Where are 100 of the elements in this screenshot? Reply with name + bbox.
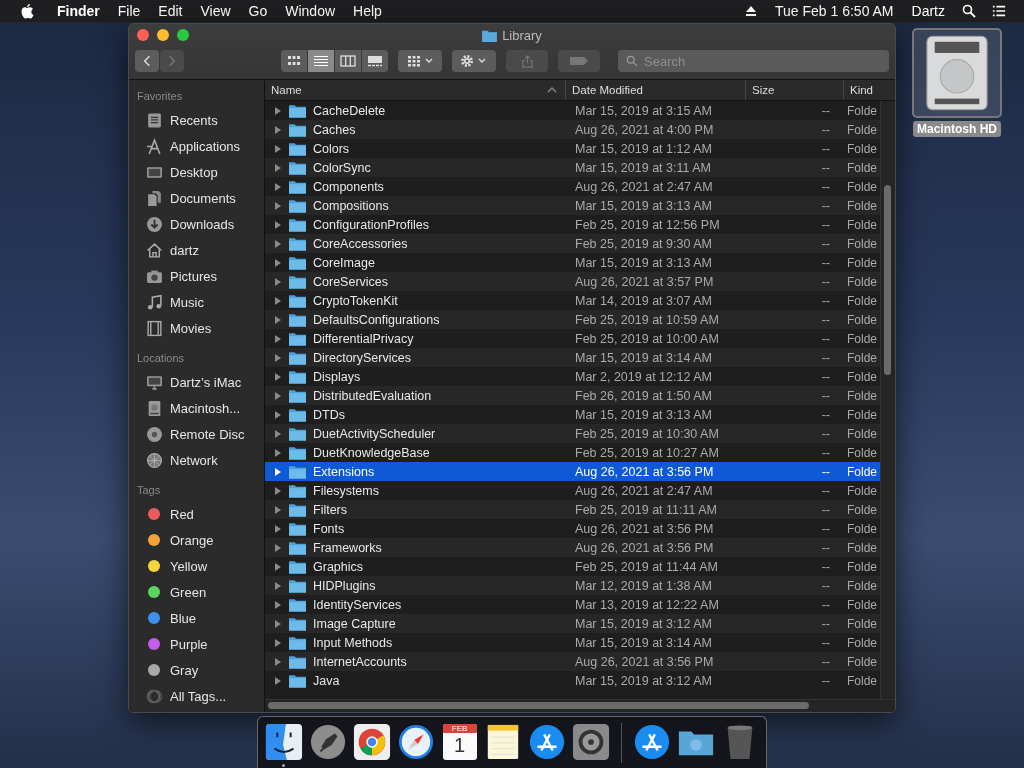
disclosure-triangle-icon[interactable] (274, 219, 282, 230)
menu-item[interactable]: Help (344, 3, 391, 19)
sidebar-item[interactable]: Blue (129, 605, 264, 631)
disclosure-triangle-icon[interactable] (274, 143, 282, 154)
rocket-icon[interactable] (308, 723, 347, 761)
disclosure-triangle-icon[interactable] (274, 124, 282, 135)
file-row[interactable]: HIDPlugins Mar 12, 2019 at 1:38 AM -- Folde (265, 576, 880, 595)
group-button[interactable] (398, 50, 442, 72)
sidebar-item[interactable]: Downloads (129, 211, 264, 237)
disclosure-triangle-icon[interactable] (274, 523, 282, 534)
file-row[interactable]: Compositions Mar 15, 2019 at 3:13 AM -- Folde (265, 196, 880, 215)
disclosure-triangle-icon[interactable] (274, 238, 282, 249)
file-row[interactable]: CoreServices Aug 26, 2021 at 3:57 PM -- Folde (265, 272, 880, 291)
disclosure-triangle-icon[interactable] (274, 390, 282, 401)
column-header[interactable]: Name (265, 80, 566, 100)
disclosure-triangle-icon[interactable] (274, 162, 282, 173)
file-row[interactable]: CoreAccessories Feb 25, 2019 at 9:30 AM -- Folde (265, 234, 880, 253)
menu-item[interactable]: View (191, 3, 240, 19)
sidebar-item[interactable]: All Tags... (129, 683, 264, 709)
disclosure-triangle-icon[interactable] (274, 276, 282, 287)
zoom-button[interactable] (177, 29, 189, 41)
sidebar-item[interactable]: Macintosh... (129, 395, 264, 421)
disclosure-triangle-icon[interactable] (274, 200, 282, 211)
scrollbar-thumb[interactable] (268, 702, 809, 709)
disclosure-triangle-icon[interactable] (274, 352, 282, 363)
disclosure-triangle-icon[interactable] (274, 504, 282, 515)
hard-drive-icon[interactable] (912, 28, 1002, 118)
finder-face-icon[interactable] (264, 723, 303, 761)
column-view-button[interactable] (335, 50, 361, 72)
disclosure-triangle-icon[interactable] (274, 466, 282, 477)
disclosure-triangle-icon[interactable] (274, 447, 282, 458)
file-row[interactable]: Filters Feb 25, 2019 at 11:11 AM -- Folde (265, 500, 880, 519)
app-store-icon[interactable] (528, 723, 567, 761)
menu-item[interactable]: Window (276, 3, 345, 19)
disclosure-triangle-icon[interactable] (274, 181, 282, 192)
minimize-button[interactable] (157, 29, 169, 41)
disclosure-triangle-icon[interactable] (274, 580, 282, 591)
file-row[interactable]: Image Capture Mar 15, 2019 at 3:12 AM -- Folde (265, 614, 880, 633)
disclosure-triangle-icon[interactable] (274, 675, 282, 686)
file-row[interactable]: Frameworks Aug 26, 2021 at 3:56 PM -- Folde (265, 538, 880, 557)
disclosure-triangle-icon[interactable] (274, 485, 282, 496)
sidebar-item[interactable]: Remote Disc (129, 421, 264, 447)
disclosure-triangle-icon[interactable] (274, 542, 282, 553)
sidebar-item[interactable]: Network (129, 447, 264, 473)
disclosure-triangle-icon[interactable] (274, 295, 282, 306)
sidebar-item[interactable]: Applications (129, 133, 264, 159)
compass-icon[interactable] (396, 723, 435, 761)
disclosure-triangle-icon[interactable] (274, 428, 282, 439)
column-header[interactable]: Size (746, 80, 844, 100)
sidebar-item[interactable]: Orange (129, 527, 264, 553)
action-button[interactable] (452, 50, 496, 72)
sidebar-item[interactable]: dartz (129, 237, 264, 263)
eject-icon[interactable] (744, 4, 758, 18)
sidebar-item[interactable]: Red (129, 501, 264, 527)
sidebar-item[interactable]: Purple (129, 631, 264, 657)
sidebar-item[interactable]: Movies (129, 315, 264, 341)
disclosure-triangle-icon[interactable] (274, 637, 282, 648)
close-button[interactable] (137, 29, 149, 41)
disclosure-triangle-icon[interactable] (274, 371, 282, 382)
menu-item[interactable]: Edit (149, 3, 192, 19)
user-menu[interactable]: Dartz (902, 3, 954, 19)
browser-ring-icon[interactable] (352, 723, 391, 761)
menu-item[interactable]: Go (239, 3, 277, 19)
disclosure-triangle-icon[interactable] (274, 618, 282, 629)
disclosure-triangle-icon[interactable] (274, 656, 282, 667)
disclosure-triangle-icon[interactable] (274, 257, 282, 268)
file-row[interactable]: DefaultsConfigurations Feb 25, 2019 at 10:59 AM -- Folde (265, 310, 880, 329)
file-row[interactable]: Caches Aug 26, 2021 at 4:00 PM -- Folde (265, 120, 880, 139)
file-row[interactable]: DirectoryServices Mar 15, 2019 at 3:14 AM -- Folde (265, 348, 880, 367)
clock[interactable]: Tue Feb 1 6:50 AM (766, 3, 903, 19)
menu-item[interactable]: File (108, 3, 150, 19)
file-row[interactable]: InternetAccounts Aug 26, 2021 at 3:56 PM -- Folde (265, 652, 880, 671)
disclosure-triangle-icon[interactable] (274, 333, 282, 344)
search-icon[interactable] (962, 4, 976, 18)
disclosure-triangle-icon[interactable] (274, 105, 282, 116)
app-menu[interactable]: Finder (48, 3, 109, 19)
gallery-view-button[interactable] (362, 50, 388, 72)
disclosure-triangle-icon[interactable] (274, 314, 282, 325)
file-row[interactable]: DuetActivityScheduler Feb 25, 2019 at 10:30 AM -- Folde (265, 424, 880, 443)
sidebar-item[interactable]: Pictures (129, 263, 264, 289)
app-store-icon[interactable] (633, 723, 672, 761)
file-row[interactable]: DistributedEvaluation Feb 26, 2019 at 1:50 AM -- Folde (265, 386, 880, 405)
sidebar-item[interactable]: Documents (129, 185, 264, 211)
file-row[interactable]: ColorSync Mar 15, 2019 at 3:11 AM -- Folde (265, 158, 880, 177)
disclosure-triangle-icon[interactable] (274, 409, 282, 420)
disclosure-triangle-icon[interactable] (274, 561, 282, 572)
column-header[interactable]: Kind (844, 80, 895, 100)
back-button[interactable] (135, 50, 159, 72)
icon-view-button[interactable] (281, 50, 307, 72)
disclosure-triangle-icon[interactable] (274, 599, 282, 610)
sidebar-item[interactable]: Dartz’s iMac (129, 369, 264, 395)
apple-icon[interactable] (20, 3, 34, 19)
sidebar-item[interactable]: Green (129, 579, 264, 605)
file-row[interactable]: Extensions Aug 26, 2021 at 3:56 PM -- Folde (265, 462, 880, 481)
list-view-button[interactable] (308, 50, 334, 72)
column-header[interactable]: Date Modified (566, 80, 746, 100)
gear-icon[interactable] (572, 723, 611, 761)
scrollbar-thumb[interactable] (884, 185, 891, 375)
sidebar-item[interactable]: Gray (129, 657, 264, 683)
sidebar-item[interactable]: Recents (129, 107, 264, 133)
